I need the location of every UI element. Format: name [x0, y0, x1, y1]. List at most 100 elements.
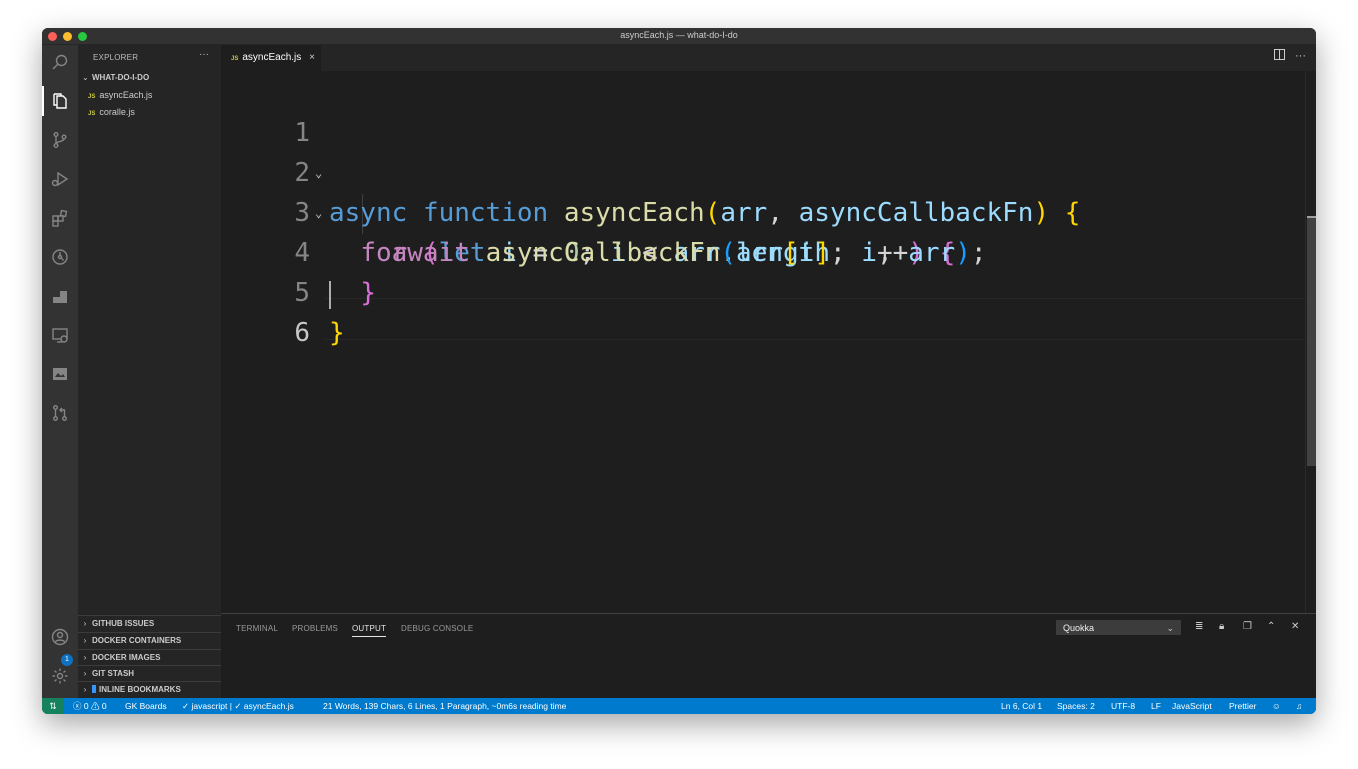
extensions-icon[interactable] [51, 209, 69, 227]
open-log-icon[interactable]: ❐ [1243, 621, 1252, 632]
file-item-coralle[interactable]: JS coralle.js [88, 107, 135, 117]
cursor-position-marker [1307, 216, 1316, 218]
file-item-asynceach[interactable]: JS asyncEach.js [88, 90, 152, 100]
warning-count: 0 [101, 701, 107, 711]
explorer-sidebar: EXPLORER ··· ⌄ WHAT-DO-I-DO JS asyncEach.j… [78, 45, 221, 698]
code-line-4: 4 } [221, 193, 376, 308]
feedback-icon[interactable]: ☺ [1272, 698, 1281, 714]
folder-label: WHAT-DO-I-DO [92, 73, 150, 82]
close-icon[interactable]: × [309, 45, 315, 71]
status-bar: ⇅ ⓧ 0 ⚠ 0 GK Boards ✓ javascript | ✓ asy… [42, 698, 1316, 714]
bottom-panel: TERMINAL PROBLEMS OUTPUT DEBUG CONSOLE Q… [221, 613, 1316, 699]
section-label: INLINE BOOKMARKS [99, 685, 181, 694]
more-actions-icon[interactable]: ··· [199, 49, 209, 60]
title-bar: asyncEach.js — what-do-I-do [42, 28, 1316, 45]
code-editor[interactable]: 1 ⌄ async function asyncEach(arr, asyncC… [221, 71, 1306, 641]
chevron-down-icon: ⌄ [1166, 623, 1174, 633]
warning-icon: ⚠ [91, 701, 100, 711]
gk-boards-status[interactable]: GK Boards [125, 698, 167, 714]
code-line-3: 3 await asyncCallbackFn(arr[i], i, arr); [221, 153, 986, 268]
chevron-right-icon: › [83, 669, 87, 678]
code-text: await asyncCallbackFn(arr[i], i, arr); [391, 238, 987, 268]
files-icon[interactable] [51, 92, 69, 110]
js-file-icon: JS [88, 111, 96, 117]
close-panel-icon[interactable]: ✕ [1291, 621, 1299, 632]
tab-asynceach[interactable]: JS asyncEach.js × [221, 45, 321, 71]
source-control-icon[interactable] [51, 131, 69, 149]
text-cursor [329, 281, 331, 309]
formatter-status[interactable]: Prettier [1229, 698, 1256, 714]
chevron-right-icon: › [83, 619, 87, 628]
current-line-highlight [325, 298, 1306, 340]
editor-scrollbar[interactable] [1305, 71, 1316, 641]
chevron-right-icon: › [83, 685, 87, 694]
section-github-issues[interactable]: › GITHUB ISSUES [78, 615, 221, 632]
tab-output[interactable]: OUTPUT [352, 624, 387, 637]
section-git-stash[interactable]: › GIT STASH [78, 665, 221, 682]
eol-status[interactable]: LF [1151, 698, 1161, 714]
gallery-icon[interactable] [51, 365, 69, 383]
code-line-6: 6 [221, 273, 346, 348]
section-docker-images[interactable]: › DOCKER IMAGES [78, 649, 221, 666]
more-actions-icon[interactable]: ··· [1295, 50, 1306, 62]
lint-status[interactable]: ✓ javascript | ✓ asyncEach.js [182, 698, 294, 714]
active-view-indicator [42, 86, 44, 116]
output-channel-value: Quokka [1063, 623, 1095, 633]
language-mode-status[interactable]: JavaScript [1172, 698, 1212, 714]
tab-label: asyncEach.js [242, 52, 302, 63]
docker-icon[interactable] [51, 287, 69, 305]
maximize-panel-icon[interactable]: ⌃ [1267, 621, 1275, 632]
chevron-right-icon: › [83, 636, 87, 645]
clear-output-icon[interactable]: ≣ [1195, 621, 1203, 632]
indentation-status[interactable]: Spaces: 2 [1057, 698, 1095, 714]
line-number: 6 [294, 318, 310, 348]
search-icon[interactable] [51, 53, 69, 71]
editor-actions: ··· [1274, 49, 1306, 62]
code-text: async function asyncEach(arr, asyncCallb… [329, 198, 1081, 228]
account-icon[interactable] [51, 628, 69, 646]
workspace-folder[interactable]: ⌄ WHAT-DO-I-DO [82, 73, 149, 82]
section-label: DOCKER CONTAINERS [92, 636, 182, 645]
lock-scroll-icon[interactable]: 🔒︎ [1219, 621, 1224, 632]
pull-requests-icon[interactable] [51, 404, 69, 422]
code-line-5: 5 } [221, 233, 346, 348]
tab-debug-console[interactable]: DEBUG CONSOLE [401, 624, 473, 633]
remote-explorer-icon[interactable] [51, 326, 69, 344]
editor-tabs: JS asyncEach.js × ··· [221, 45, 1316, 71]
encoding-status[interactable]: UTF-8 [1111, 698, 1135, 714]
error-icon: ⓧ [73, 701, 82, 711]
gitlens-icon[interactable] [51, 248, 69, 266]
error-count: 0 [83, 701, 89, 711]
chevron-right-icon: › [83, 653, 87, 662]
settings-gear-icon[interactable] [51, 667, 69, 685]
notifications-icon[interactable]: ♫ [1296, 698, 1302, 714]
output-channel-select[interactable]: Quokka ⌄ [1056, 620, 1181, 635]
remote-indicator-icon[interactable]: ⇅ [42, 698, 64, 714]
section-inline-bookmarks[interactable]: › INLINE BOOKMARKS [78, 681, 221, 698]
tab-terminal[interactable]: TERMINAL [236, 624, 278, 633]
vscode-window: asyncEach.js — what-do-I-do 1 EXPLORER ·… [42, 28, 1316, 714]
activity-bar: 1 [42, 45, 78, 698]
split-editor-icon[interactable] [1274, 49, 1285, 60]
problems-status[interactable]: ⓧ 0 ⚠ 0 [73, 698, 107, 714]
section-label: GIT STASH [92, 669, 135, 678]
account-badge: 1 [61, 654, 73, 666]
scrollbar-thumb[interactable] [1307, 216, 1316, 466]
js-file-icon: JS [231, 56, 239, 62]
code-line-1: 1 ⌄ async function asyncEach(arr, asyncC… [221, 73, 1080, 228]
code-line-2: 2 ⌄ for (let i = 0; i < arr.length; i++)… [221, 113, 955, 268]
section-label: GITHUB ISSUES [92, 619, 155, 628]
cursor-position-status[interactable]: Ln 6, Col 1 [1001, 698, 1042, 714]
tab-problems[interactable]: PROBLEMS [292, 624, 338, 633]
bookmark-icon [92, 685, 96, 693]
section-label: DOCKER IMAGES [92, 653, 161, 662]
explorer-header: EXPLORER [93, 53, 139, 62]
editor-area: JS asyncEach.js × ··· 1 ⌄ async function … [221, 45, 1316, 699]
window-title: asyncEach.js — what-do-I-do [620, 30, 738, 40]
section-docker-containers[interactable]: › DOCKER CONTAINERS [78, 632, 221, 649]
file-name: coralle.js [99, 107, 135, 117]
file-name: asyncEach.js [99, 90, 153, 100]
js-file-icon: JS [88, 94, 96, 100]
run-debug-icon[interactable] [51, 170, 69, 188]
word-count-status[interactable]: 21 Words, 139 Chars, 6 Lines, 1 Paragrap… [323, 698, 566, 714]
